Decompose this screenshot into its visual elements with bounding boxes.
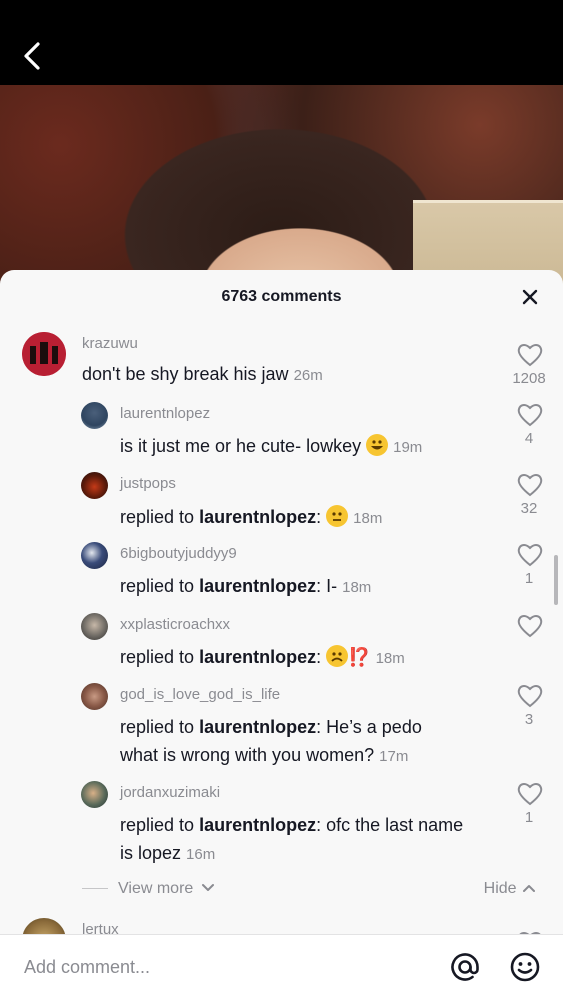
- reply-prefix: replied to: [120, 507, 195, 527]
- like-count: 32: [520, 500, 538, 517]
- view-more-label: View more: [118, 880, 194, 897]
- chevron-left-icon: [24, 42, 40, 70]
- comment-time: 26m: [293, 367, 323, 384]
- comment-body: is it just me or he cute- lowkey: [120, 436, 362, 456]
- comment-username[interactable]: justpops: [120, 475, 176, 492]
- avatar-silhouette-icon: [22, 332, 66, 376]
- grinning-face-icon: [366, 434, 389, 456]
- close-icon: [522, 289, 538, 305]
- like-count: 4: [524, 430, 534, 447]
- heart-icon: [517, 685, 543, 708]
- close-button[interactable]: [519, 286, 541, 308]
- hide-replies-button[interactable]: Hide: [484, 880, 537, 898]
- comment-username[interactable]: laurentnlopez: [120, 405, 210, 422]
- heart-icon: [517, 615, 543, 638]
- like-button[interactable]: [515, 542, 545, 568]
- comment-text: replied to laurentnlopez: He’s a pedo wh…: [120, 713, 422, 771]
- comments-sheet: 6763 comments krazuwu don't be shy break…: [0, 270, 563, 1000]
- comments-count-title: 6763 comments: [221, 288, 342, 305]
- comments-header: 6763 comments: [0, 270, 563, 324]
- like-button[interactable]: [515, 781, 545, 807]
- chevron-up-icon: [523, 885, 535, 892]
- comment-body: : He’s a pedo: [316, 717, 422, 737]
- comment-text: replied to laurentnlopez: ofc the last n…: [120, 811, 463, 869]
- smile-icon: [510, 952, 540, 982]
- video-preview[interactable]: [0, 85, 563, 285]
- comment-body-line2: what is wrong with you women?: [120, 745, 375, 765]
- reply-prefix: replied to: [120, 576, 195, 596]
- heart-icon: [517, 544, 543, 567]
- heart-icon: [517, 474, 543, 497]
- comment-text: replied to laurentnlopez: ⁉️ 18m: [120, 643, 405, 673]
- comment-body: don't be shy break his jaw: [82, 364, 289, 384]
- top-bar: [0, 0, 563, 85]
- comment-time: 17m: [379, 748, 409, 765]
- comment-body-line2: is lopez: [120, 843, 182, 863]
- comment-username[interactable]: xxplasticroachxx: [120, 616, 230, 633]
- comment-time: 18m: [342, 579, 372, 596]
- like-count: 1: [524, 570, 534, 587]
- divider: [82, 888, 108, 890]
- reply-target[interactable]: laurentnlopez: [199, 717, 316, 737]
- avatar[interactable]: [81, 472, 108, 499]
- comment-username[interactable]: god_is_love_god_is_life: [120, 686, 280, 703]
- frowning-face-icon: [326, 645, 349, 667]
- comment-body: : I-: [316, 576, 338, 596]
- neutral-face-icon: [326, 505, 349, 527]
- heart-icon: [517, 344, 543, 367]
- like-count: 1208: [512, 370, 546, 387]
- comment-body: :: [316, 647, 322, 667]
- comment-username[interactable]: 6bigboutyjuddyy9: [120, 545, 237, 562]
- reply-target[interactable]: laurentnlopez: [199, 576, 316, 596]
- avatar[interactable]: [81, 613, 108, 640]
- reply-prefix: replied to: [120, 647, 195, 667]
- comment-time: 18m: [353, 510, 383, 527]
- comment-text: don't be shy break his jaw 26m: [82, 360, 323, 390]
- avatar[interactable]: [22, 332, 66, 376]
- reply-target[interactable]: laurentnlopez: [199, 647, 316, 667]
- like-count: 3: [524, 711, 534, 728]
- avatar[interactable]: [81, 542, 108, 569]
- mention-button[interactable]: [449, 951, 481, 983]
- comment-time: 19m: [393, 439, 423, 456]
- hide-label: Hide: [483, 880, 517, 897]
- comment-time: 18m: [375, 650, 405, 667]
- heart-icon: [517, 783, 543, 806]
- avatar[interactable]: [81, 402, 108, 429]
- heart-icon: [517, 404, 543, 427]
- back-button[interactable]: [18, 38, 50, 74]
- comment-text: replied to laurentnlopez: I- 18m: [120, 572, 371, 602]
- reply-prefix: replied to: [120, 717, 195, 737]
- like-button[interactable]: [515, 402, 545, 428]
- reply-target[interactable]: laurentnlopez: [199, 815, 316, 835]
- comment-body: : ofc the last name: [316, 815, 464, 835]
- comment-input[interactable]: Add comment...: [24, 957, 150, 978]
- interrobang-icon: ⁉️: [348, 647, 371, 667]
- at-icon: [451, 953, 479, 981]
- comment-input-bar: Add comment...: [0, 934, 563, 1000]
- like-button[interactable]: [515, 683, 545, 709]
- reply-target[interactable]: laurentnlopez: [199, 507, 316, 527]
- comment-username[interactable]: jordanxuzimaki: [120, 784, 220, 801]
- like-count: 1: [524, 809, 534, 826]
- reply-prefix: replied to: [120, 815, 195, 835]
- scrollbar[interactable]: [554, 555, 558, 605]
- comment-text: is it just me or he cute- lowkey 19m: [120, 432, 422, 462]
- view-more-replies-button[interactable]: View more: [82, 880, 216, 898]
- like-button[interactable]: [515, 342, 545, 368]
- comment-body: :: [316, 507, 322, 527]
- comment-time: 16m: [186, 846, 216, 863]
- avatar[interactable]: [81, 781, 108, 808]
- comment-text: replied to laurentnlopez: 18m: [120, 503, 382, 533]
- avatar[interactable]: [81, 683, 108, 710]
- like-button[interactable]: [515, 613, 545, 639]
- like-button[interactable]: [515, 472, 545, 498]
- comment-username[interactable]: krazuwu: [82, 335, 138, 352]
- emoji-button[interactable]: [509, 951, 541, 983]
- chevron-down-icon: [201, 884, 214, 891]
